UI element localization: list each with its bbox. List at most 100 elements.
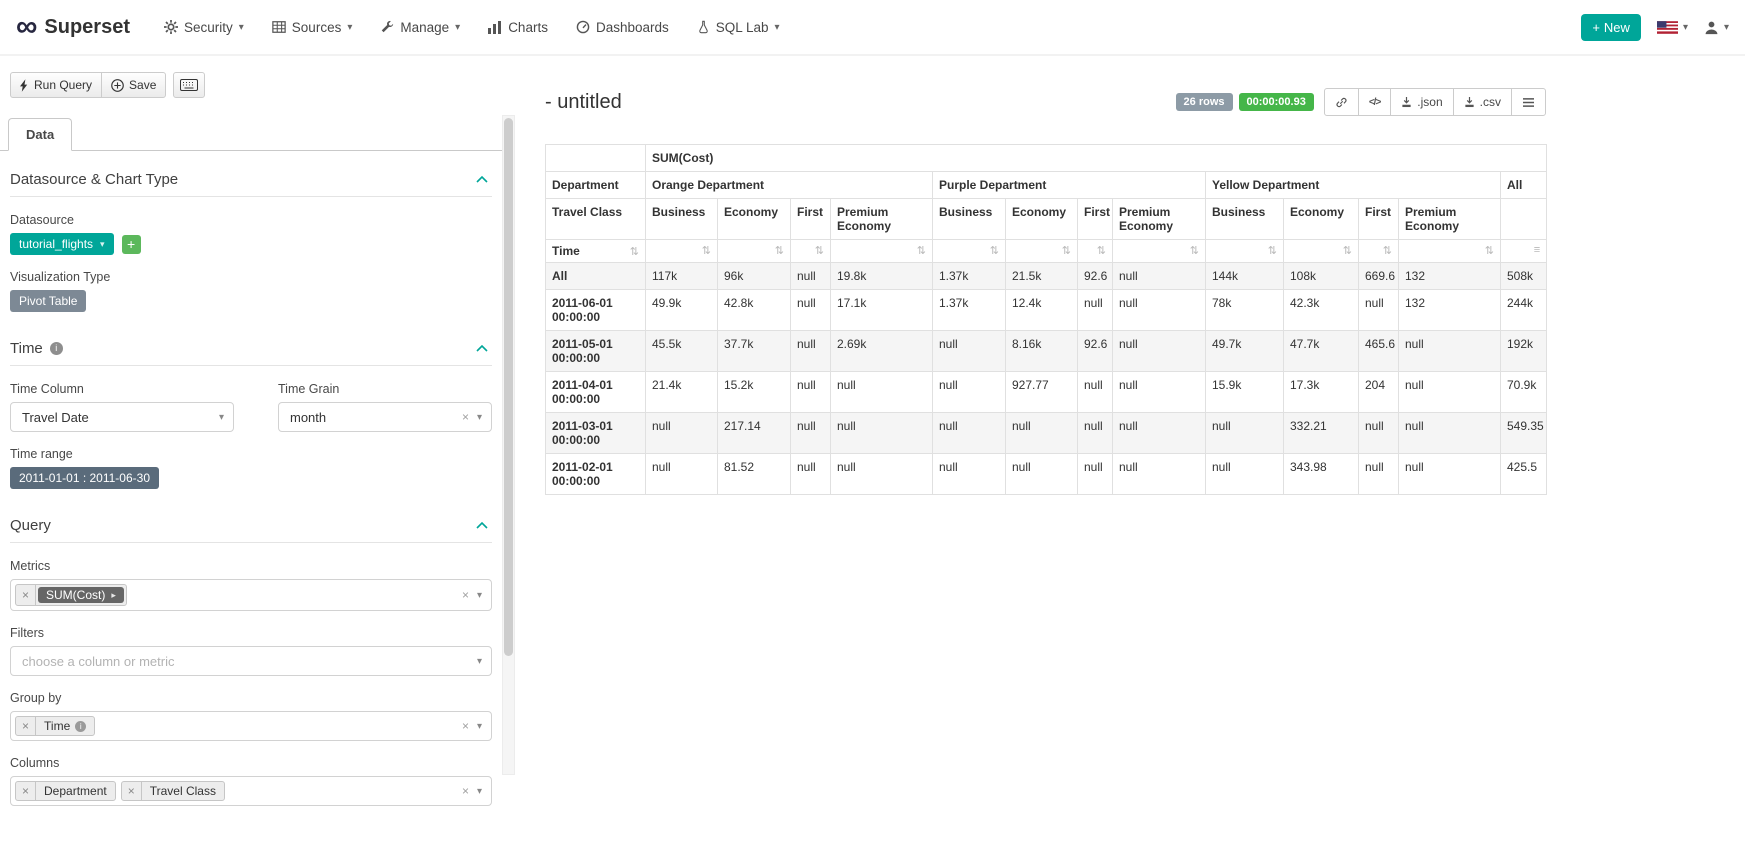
caret-down-icon[interactable]: ▾ (219, 412, 224, 423)
chart-title[interactable]: - untitled (545, 91, 622, 114)
section-title: Datasource & Chart Type (10, 171, 178, 188)
value-cell: null (1113, 331, 1206, 372)
sort-header-cell[interactable]: ⇅ (1359, 240, 1399, 263)
metrics-select[interactable]: × SUM(Cost) ▸ × ▾ (10, 579, 492, 611)
value-cell: null (1078, 454, 1113, 495)
chart-area: - untitled 26 rows 00:00:00.93 </> .json… (515, 56, 1745, 862)
value-cell: null (791, 331, 831, 372)
time-grain-select[interactable]: month × ▾ (278, 402, 492, 432)
run-query-button[interactable]: Run Query (10, 72, 102, 98)
time-range-button[interactable]: 2011-01-01 : 2011-06-30 (10, 467, 159, 489)
section-time-header[interactable]: Time i (10, 340, 492, 366)
panel-scrollbar[interactable] (502, 115, 515, 775)
groupby-tag-label: Time (44, 719, 70, 733)
row-dimension-header[interactable]: Time⇅ (546, 240, 646, 263)
clear-icon[interactable]: × (462, 588, 469, 602)
value-cell: 332.21 (1284, 413, 1359, 454)
nav-item-manage[interactable]: Manage ▾ (380, 20, 460, 35)
remove-tag-icon[interactable]: × (16, 585, 36, 605)
link-icon (1335, 96, 1348, 109)
filters-select[interactable]: choose a column or metric ▾ (10, 646, 492, 676)
remove-tag-icon[interactable]: × (16, 717, 36, 735)
table-icon (272, 20, 286, 34)
sort-header-cell[interactable]: ⇅ (1078, 240, 1113, 263)
nav-item-dashboards[interactable]: Dashboards (576, 20, 669, 35)
chart-options-button[interactable] (1511, 88, 1546, 116)
remove-tag-icon[interactable]: × (16, 782, 36, 800)
caret-down-icon[interactable]: ▾ (477, 590, 482, 601)
keyboard-shortcuts-button[interactable] (173, 72, 205, 98)
export-json-button[interactable]: .json (1390, 88, 1453, 116)
sort-icon: ⇅ (1062, 244, 1071, 257)
nav-item-security[interactable]: Security ▾ (164, 20, 244, 35)
user-menu[interactable]: ▾ (1704, 20, 1729, 35)
view-query-button[interactable]: </> (1358, 88, 1391, 116)
filters-control: Filters choose a column or metric ▾ (10, 626, 492, 676)
edit-datasource-button[interactable]: + (122, 235, 141, 254)
section-datasource-header[interactable]: Datasource & Chart Type (10, 171, 492, 197)
clear-icon[interactable]: × (462, 784, 469, 798)
value-cell: 1.37k (933, 263, 1006, 290)
scrollbar-thumb[interactable] (504, 118, 513, 656)
value-cell: 144k (1206, 263, 1284, 290)
sort-icon: ⇅ (1097, 244, 1106, 257)
new-button[interactable]: + New (1581, 14, 1641, 41)
travel-class-header: Economy (1284, 199, 1359, 240)
query-timer-badge: 00:00:00.93 (1239, 93, 1314, 111)
share-link-button[interactable] (1324, 88, 1359, 116)
sort-header-cell[interactable]: ≡ (1501, 240, 1547, 263)
sort-header-cell[interactable]: ⇅ (1284, 240, 1359, 263)
caret-down-icon[interactable]: ▾ (477, 656, 482, 667)
caret-down-icon[interactable]: ▾ (477, 412, 482, 423)
sort-header-cell[interactable]: ⇅ (831, 240, 933, 263)
value-cell: 37.7k (718, 331, 791, 372)
sort-header-cell[interactable]: ⇅ (718, 240, 791, 263)
row-header-cell: All (546, 263, 646, 290)
sort-header-cell[interactable]: ⇅ (1113, 240, 1206, 263)
save-button[interactable]: Save (101, 72, 166, 98)
caret-down-icon[interactable]: ▾ (477, 786, 482, 797)
sort-header-cell[interactable]: ⇅ (1006, 240, 1078, 263)
sort-header-cell[interactable]: ⇅ (791, 240, 831, 263)
caret-down-icon: ▾ (347, 22, 352, 33)
export-csv-button[interactable]: .csv (1453, 88, 1512, 116)
sort-header-cell[interactable]: ⇅ (1206, 240, 1284, 263)
nav-item-sql-lab[interactable]: SQL Lab ▾ (697, 20, 780, 35)
nav-item-sources[interactable]: Sources ▾ (272, 20, 353, 35)
value-cell: 217.14 (718, 413, 791, 454)
chevron-up-icon (476, 345, 488, 352)
time-column-select[interactable]: Travel Date ▾ (10, 402, 234, 432)
section-query-header[interactable]: Query (10, 517, 492, 543)
info-icon: i (50, 342, 63, 355)
metric-chip[interactable]: SUM(Cost) ▸ (38, 587, 124, 603)
travel-class-header: Business (1206, 199, 1284, 240)
value-cell: null (1006, 454, 1078, 495)
tab-data[interactable]: Data (8, 118, 72, 151)
export-button-group: </> .json .csv (1324, 88, 1546, 116)
value-cell: 15.9k (1206, 372, 1284, 413)
sort-icon: ⇅ (917, 244, 926, 257)
value-cell: 12.4k (1006, 290, 1078, 331)
caret-down-icon: ▾ (1724, 22, 1729, 33)
sort-header-cell[interactable]: ⇅ (1399, 240, 1501, 263)
sort-header-cell[interactable]: ⇅ (933, 240, 1006, 263)
datasource-select[interactable]: tutorial_flights ▾ (10, 233, 114, 255)
caret-down-icon: ▾ (1683, 22, 1688, 33)
travel-class-header: Premium Economy (831, 199, 933, 240)
viz-type-select[interactable]: Pivot Table (10, 290, 86, 312)
clear-icon[interactable]: × (462, 410, 469, 424)
info-icon: i (75, 721, 86, 732)
travel-class-header: Economy (718, 199, 791, 240)
plus-icon: + (1592, 20, 1600, 35)
remove-tag-icon[interactable]: × (122, 782, 142, 800)
value-cell: 81.52 (718, 454, 791, 495)
superset-logo[interactable]: ∞ Superset (16, 16, 130, 39)
groupby-select[interactable]: × Time i × ▾ (10, 711, 492, 741)
nav-item-charts[interactable]: Charts (488, 20, 548, 35)
sort-header-cell[interactable]: ⇅ (646, 240, 718, 263)
columns-select[interactable]: × Department × Travel Class × ▾ (10, 776, 492, 806)
language-selector[interactable]: ▾ (1657, 21, 1688, 34)
time-range-label: Time range (10, 447, 492, 461)
caret-down-icon[interactable]: ▾ (477, 721, 482, 732)
clear-icon[interactable]: × (462, 719, 469, 733)
